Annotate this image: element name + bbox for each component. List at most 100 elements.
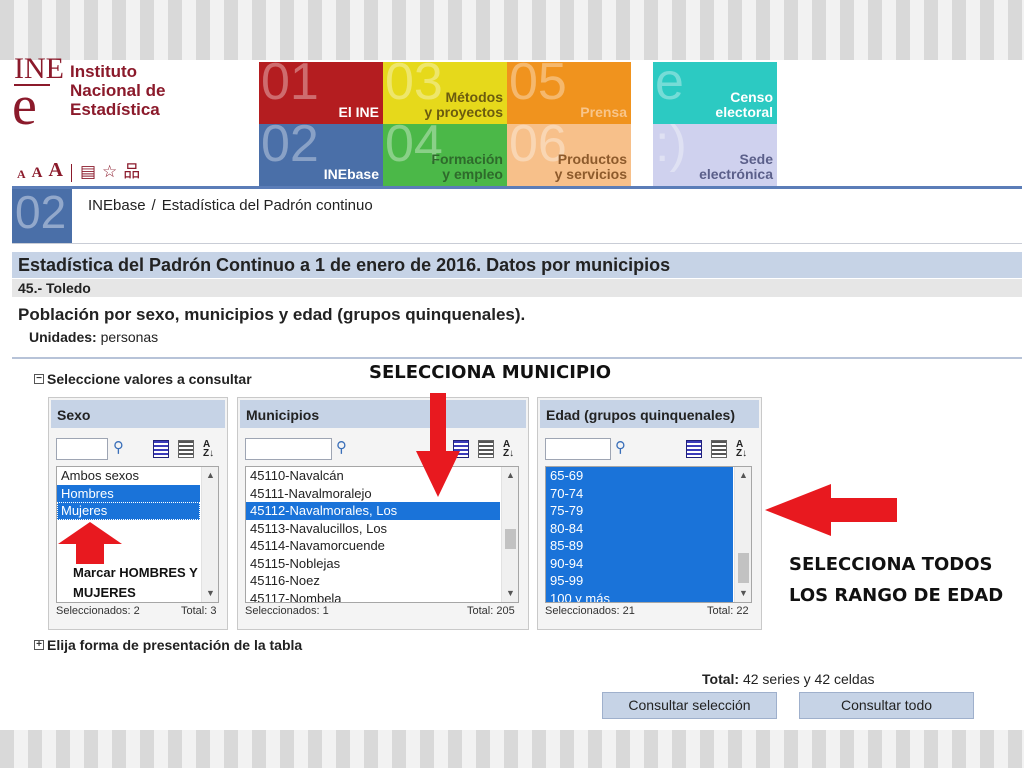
municipios-list-item[interactable]: 45112-Navalmorales, Los <box>246 502 500 520</box>
tile-label-line-1: Sede <box>739 151 773 167</box>
units-value: personas <box>100 329 159 345</box>
municipios-list[interactable]: 45110-Navalcán 45111-Navalmoralejo 45112-N… <box>245 466 519 603</box>
tile-productos[interactable]: 06 Productos y servicios <box>507 124 631 186</box>
municipios-list-item[interactable]: 45110-Navalcán <box>246 467 500 485</box>
tile-label: Censo electoral <box>715 90 773 120</box>
municipios-list-item[interactable]: 45114-Navamorcuende <box>246 537 500 555</box>
scroll-up-icon[interactable]: ▲ <box>735 467 751 484</box>
tile-label-line-2: electrónica <box>699 166 773 182</box>
province-label: 45.- Toledo <box>18 280 91 296</box>
font-size-small-button[interactable]: A <box>17 167 26 182</box>
select-all-icon[interactable] <box>153 440 169 458</box>
tile-censo-electoral[interactable]: e Censo electoral <box>653 62 777 124</box>
favorite-star-icon[interactable]: ☆ <box>102 162 117 182</box>
consult-all-button[interactable]: Consultar todo <box>799 692 974 719</box>
edad-search-input[interactable] <box>545 438 611 460</box>
edad-list-item[interactable]: 90-94 <box>546 554 733 572</box>
presentation-toggle[interactable]: + Elija forma de presentación de la tabl… <box>34 637 302 653</box>
sort-az-icon[interactable]: A Z↓ <box>203 440 219 459</box>
edad-list-item[interactable]: 95-99 <box>546 572 733 590</box>
municipios-search-input[interactable] <box>245 438 332 460</box>
annotation-select-municipio: SELECCIONA MUNICIPIO <box>369 362 612 383</box>
breadcrumb-link-inebase[interactable]: INEbase <box>88 197 146 214</box>
sort-az-icon[interactable]: A Z↓ <box>503 440 519 459</box>
edad-list-item[interactable]: 85-89 <box>546 537 733 555</box>
ine-logo-icon[interactable]: INE e <box>12 54 64 140</box>
municipios-list-item[interactable]: 45111-Navalmoralejo <box>246 485 500 503</box>
select-all-icon[interactable] <box>686 440 702 458</box>
consult-selection-button[interactable]: Consultar selección <box>602 692 777 719</box>
tile-el-ine[interactable]: 01 El INE <box>259 62 383 124</box>
collapse-icon[interactable]: − <box>34 374 44 384</box>
section-number-box: 02 <box>12 189 72 243</box>
tile-label: Formación y empleo <box>431 152 503 182</box>
tile-number: 01 <box>261 62 319 111</box>
sort-az-icon[interactable]: A Z↓ <box>736 440 752 459</box>
edad-list-item[interactable]: 70-74 <box>546 484 733 502</box>
select-values-toggle[interactable]: − Seleccione valores a consultar <box>34 371 252 387</box>
municipios-list-item[interactable]: 45113-Navalucillos, Los <box>246 520 500 538</box>
tile-label-line-1: Métodos <box>445 89 503 105</box>
edad-list[interactable]: 65-69 70-74 75-79 80-84 85-89 90-94 95-99 100 y… <box>545 466 752 603</box>
page-title: Estadística del Padrón Continuo a 1 de e… <box>18 255 671 275</box>
tile-label-line-2: y empleo <box>442 166 503 182</box>
edad-list-item[interactable]: 65-69 <box>546 467 733 485</box>
search-icon[interactable]: ⚲ <box>336 438 347 456</box>
logo-line-3: Estadística <box>70 100 160 119</box>
sexo-list-item[interactable]: Mujeres <box>57 502 200 520</box>
edad-list-item[interactable]: 80-84 <box>546 519 733 537</box>
municipios-list-item[interactable]: 45115-Noblejas <box>246 555 500 573</box>
annotation-select-ages-line-2: LOS RANGO DE EDAD <box>789 585 1004 606</box>
municipios-list-items: 45110-Navalcán 45111-Navalmoralejo 45112-N… <box>246 467 500 603</box>
tile-inebase[interactable]: 02 INEbase <box>259 124 383 186</box>
arrow-left-icon <box>765 484 897 536</box>
sexo-list-item[interactable]: Hombres <box>57 484 200 502</box>
edad-scrollbar[interactable]: ▲ ▼ <box>734 467 751 602</box>
scroll-down-icon[interactable]: ▼ <box>502 585 518 602</box>
font-size-large-button[interactable]: A <box>49 159 63 182</box>
annotation-select-ages-line-1: SELECCIONA TODOS <box>789 554 993 575</box>
breadcrumb-separator: / <box>151 197 156 214</box>
tile-prensa[interactable]: 05 Prensa <box>507 62 631 124</box>
municipios-list-item[interactable]: 45116-Noez <box>246 572 500 590</box>
sitemap-icon[interactable]: 品 <box>123 162 140 182</box>
sexo-search-input[interactable] <box>56 438 108 460</box>
province-bar: 45.- Toledo <box>12 279 1022 297</box>
panel-header: Edad (grupos quinquenales) <box>540 400 759 428</box>
tile-metodos[interactable]: 03 Métodos y proyectos <box>383 62 507 124</box>
tile-number: e <box>655 62 684 111</box>
edad-list-items: 65-69 70-74 75-79 80-84 85-89 90-94 95-99 100 y… <box>546 467 733 602</box>
logo-text[interactable]: Instituto Nacional de Estadística <box>70 62 165 119</box>
tile-sede-electronica[interactable]: :) Sede electrónica <box>653 124 777 186</box>
deselect-all-icon[interactable] <box>711 440 727 458</box>
municipios-selected-count: Seleccionados: 1 <box>245 605 329 617</box>
deselect-all-icon[interactable] <box>178 440 194 458</box>
slide-frame-top <box>0 0 1024 60</box>
deselect-all-icon[interactable] <box>478 440 494 458</box>
breadcrumb-current[interactable]: Estadística del Padrón continuo <box>162 197 373 214</box>
select-values-label[interactable]: Seleccione valores a consultar <box>47 371 252 387</box>
expand-icon[interactable]: + <box>34 640 44 650</box>
scroll-up-icon[interactable]: ▲ <box>502 467 518 484</box>
sexo-selected-count: Seleccionados: 2 <box>56 605 140 617</box>
edad-list-item[interactable]: 100 y más <box>546 589 733 602</box>
edad-list-item[interactable]: 75-79 <box>546 502 733 520</box>
scroll-up-icon[interactable]: ▲ <box>202 467 218 484</box>
scroll-thumb[interactable] <box>738 553 749 583</box>
municipios-scrollbar[interactable]: ▲ ▼ <box>501 467 518 602</box>
arrow-down-icon <box>416 393 460 497</box>
panel-title: Edad (grupos quinquenales) <box>546 407 736 423</box>
sexo-list-item[interactable]: Ambos sexos <box>57 467 200 485</box>
scroll-thumb[interactable] <box>505 529 516 549</box>
tile-number: :) <box>655 124 687 173</box>
search-icon[interactable]: ⚲ <box>113 438 124 456</box>
print-icon[interactable]: ▤ <box>80 162 96 182</box>
search-icon[interactable]: ⚲ <box>615 438 626 456</box>
tile-formacion[interactable]: 04 Formación y empleo <box>383 124 507 186</box>
scroll-down-icon[interactable]: ▼ <box>735 585 751 602</box>
presentation-label[interactable]: Elija forma de presentación de la tabla <box>47 637 302 653</box>
municipios-list-item[interactable]: 45117-Nombela <box>246 590 500 603</box>
panel-title: Sexo <box>57 407 91 423</box>
arrow-up-icon <box>58 522 122 564</box>
font-size-medium-button[interactable]: A <box>32 165 43 182</box>
